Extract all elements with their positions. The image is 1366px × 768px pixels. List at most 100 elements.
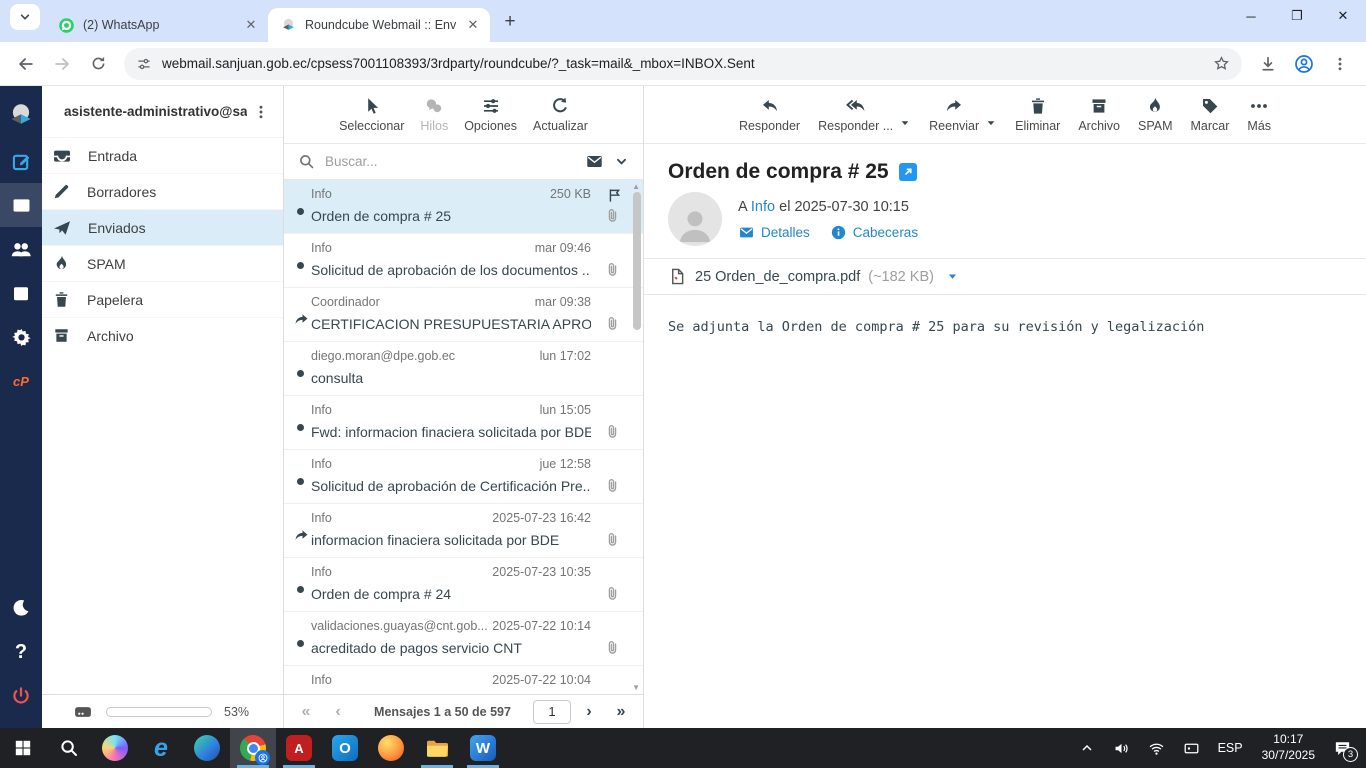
message-row[interactable]: Info 2025-07-23 10:35 Orden de compra # … <box>284 558 643 612</box>
message-row[interactable]: Info jue 12:58 Solicitud de aprobación d… <box>284 450 643 504</box>
prev-page-button[interactable]: ‹ <box>324 703 352 721</box>
reload-button[interactable] <box>82 48 114 80</box>
account-menu-icon[interactable] <box>247 104 275 120</box>
volume-icon[interactable] <box>1104 728 1139 768</box>
clock[interactable]: 10:17 30/7/2025 <box>1252 732 1325 763</box>
tab-roundcube[interactable]: Roundcube Webmail :: Enviados ✕ <box>268 8 490 42</box>
delete-button[interactable]: Eliminar <box>1015 96 1060 133</box>
folder-item[interactable]: SPAM <box>42 245 283 281</box>
scroll-down-arrow[interactable]: ▼ <box>632 683 640 692</box>
help-button[interactable]: ? <box>0 630 42 674</box>
folder-item[interactable]: Borradores <box>42 173 283 209</box>
message-row[interactable]: Info mar 09:46 Solicitud de aprobación d… <box>284 234 643 288</box>
details-link[interactable]: Detalles <box>738 224 810 241</box>
scroll-up-arrow[interactable]: ▲ <box>632 182 640 191</box>
dark-mode-button[interactable] <box>0 586 42 630</box>
compose-button[interactable] <box>0 139 42 183</box>
url-text[interactable]: webmail.sanjuan.gob.ec/cpsess7001108393/… <box>162 56 1203 71</box>
bookmark-star-icon[interactable] <box>1213 55 1230 72</box>
site-settings-icon[interactable] <box>136 56 152 72</box>
back-button[interactable] <box>10 48 42 80</box>
forward-caret-icon[interactable] <box>985 117 997 129</box>
mail-nav-button[interactable] <box>0 183 42 227</box>
copilot-icon[interactable] <box>92 728 138 768</box>
list-scrollbar[interactable] <box>633 192 641 330</box>
message-row[interactable]: Info 2025-07-22 10:04 <box>284 666 643 694</box>
taskbar-search-button[interactable] <box>46 728 92 768</box>
spam-button[interactable]: SPAM <box>1138 96 1173 133</box>
reply-all-caret-icon[interactable] <box>899 117 911 129</box>
address-bar[interactable]: webmail.sanjuan.gob.ec/cpsess7001108393/… <box>124 47 1242 80</box>
word-icon[interactable]: W <box>460 728 506 768</box>
mark-button[interactable]: Marcar <box>1191 96 1229 133</box>
folder-item[interactable]: Archivo <box>42 317 283 353</box>
close-window-button[interactable]: ✕ <box>1320 0 1366 32</box>
folder-label: Papelera <box>87 291 144 308</box>
outlook-icon[interactable]: O <box>322 728 368 768</box>
firefox-icon[interactable] <box>368 728 414 768</box>
flag-icon[interactable] <box>606 187 623 204</box>
close-icon[interactable]: ✕ <box>464 16 482 34</box>
next-page-button[interactable]: › <box>575 703 603 721</box>
headers-link[interactable]: Cabeceras <box>830 224 918 241</box>
message-row[interactable]: validaciones.guayas@cnt.gob... 2025-07-2… <box>284 612 643 666</box>
tray-chevron-up-icon[interactable] <box>1070 728 1104 768</box>
message-row[interactable]: diego.moran@dpe.gob.ec lun 17:02 consult… <box>284 342 643 396</box>
wifi-icon[interactable] <box>1139 728 1174 768</box>
archive-button[interactable]: Archivo <box>1078 96 1120 133</box>
file-explorer-icon[interactable] <box>414 728 460 768</box>
options-button[interactable]: Opciones <box>464 96 517 133</box>
attachment-row[interactable]: 25 Orden_de_compra.pdf (~182 KB) <box>644 258 1366 295</box>
open-in-new-window-icon[interactable] <box>899 163 917 181</box>
minimize-button[interactable]: ─ <box>1228 0 1274 32</box>
edge-icon[interactable] <box>184 728 230 768</box>
restore-button[interactable]: ❐ <box>1274 0 1320 32</box>
start-button[interactable] <box>0 728 46 768</box>
unread-dot <box>297 262 304 269</box>
browser-menu-button[interactable] <box>1324 48 1356 80</box>
tab-search-button[interactable] <box>10 4 40 30</box>
folder-item[interactable]: Entrada <box>42 137 283 173</box>
reply-all-button[interactable]: Responder ... <box>818 96 893 133</box>
to-name-link[interactable]: Info <box>751 199 775 215</box>
chrome-icon[interactable] <box>230 728 276 768</box>
forward-button[interactable]: Reenviar <box>929 96 979 133</box>
internet-explorer-icon[interactable]: e <box>138 728 184 768</box>
search-placeholder[interactable]: Buscar... <box>325 154 575 169</box>
search-options-chevron-icon[interactable] <box>614 154 629 169</box>
new-tab-button[interactable]: + <box>496 8 524 36</box>
message-row[interactable]: Info 2025-07-23 16:42 informacion finaci… <box>284 504 643 558</box>
attachment-menu-caret-icon[interactable] <box>946 270 959 283</box>
settings-nav-button[interactable] <box>0 315 42 359</box>
acrobat-icon[interactable]: A <box>276 728 322 768</box>
threads-button[interactable]: Hilos <box>420 96 448 133</box>
message-row[interactable]: Coordinador mar 09:38 CERTIFICACION PRES… <box>284 288 643 342</box>
folder-item[interactable]: Papelera <box>42 281 283 317</box>
forward-button[interactable] <box>46 48 78 80</box>
more-button[interactable]: Más <box>1247 96 1271 133</box>
first-page-button[interactable]: « <box>292 703 320 721</box>
contacts-nav-button[interactable] <box>0 227 42 271</box>
close-icon[interactable]: ✕ <box>242 16 260 34</box>
notifications-button[interactable]: 3 <box>1325 728 1366 768</box>
message-row[interactable]: Info 250 KB Orden de compra # 25 <box>284 180 643 234</box>
downloads-button[interactable] <box>1252 48 1284 80</box>
folder-item[interactable]: Enviados <box>42 209 283 245</box>
refresh-button[interactable]: Actualizar <box>533 96 588 133</box>
profile-button[interactable] <box>1288 48 1320 80</box>
select-button[interactable]: Seleccionar <box>339 96 404 133</box>
search-bar[interactable]: Buscar... <box>284 144 643 180</box>
reply-button[interactable]: Responder <box>739 96 800 133</box>
calendar-nav-button[interactable] <box>0 271 42 315</box>
display-cast-icon[interactable] <box>1174 728 1209 768</box>
message-row[interactable]: Info lun 15:05 Fwd: informacion finacier… <box>284 396 643 450</box>
search-scope-mail-icon[interactable] <box>585 152 604 171</box>
unread-dot <box>297 208 304 215</box>
logout-button[interactable] <box>0 674 42 718</box>
page-input[interactable] <box>533 699 571 724</box>
tab-whatsapp[interactable]: (2) WhatsApp ✕ <box>46 8 268 42</box>
language-indicator[interactable]: ESP <box>1209 728 1252 768</box>
cpanel-button[interactable]: cP <box>0 359 42 403</box>
last-page-button[interactable]: » <box>607 703 635 721</box>
attachment-name[interactable]: 25 Orden_de_compra.pdf <box>695 269 860 285</box>
